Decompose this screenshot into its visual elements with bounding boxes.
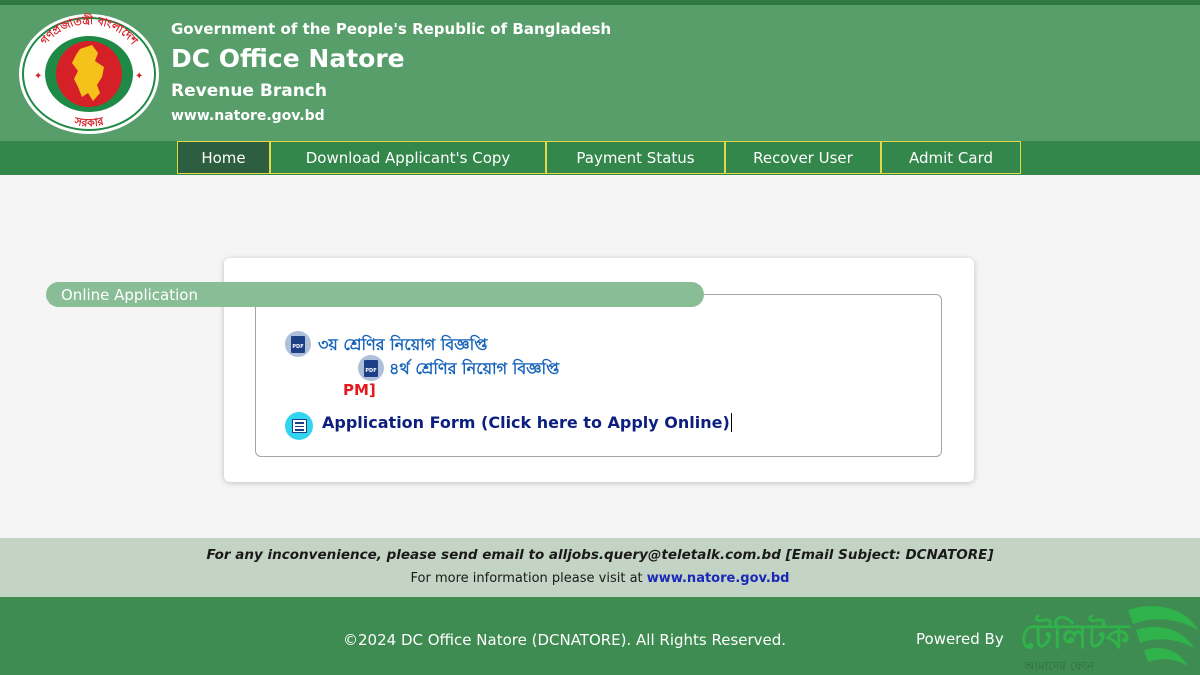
nav-admit-card[interactable]: Admit Card [881, 141, 1021, 174]
pdf-icon[interactable]: PDF [285, 331, 311, 357]
nav-download-applicants-copy[interactable]: Download Applicant's Copy [270, 141, 546, 174]
branch-name: Revenue Branch [171, 81, 327, 101]
header-website: www.natore.gov.bd [171, 108, 325, 124]
teletalk-brand-text: টেলিটক [1020, 614, 1131, 657]
apply-online-link[interactable]: Application Form (Click here to Apply On… [322, 413, 732, 432]
main-nav: Home Download Applicant's Copy Payment S… [0, 141, 1200, 175]
svg-text:✦: ✦ [34, 71, 42, 82]
email-notice: For any inconvenience, please send email… [206, 547, 994, 563]
teletalk-brand-subtext: আমাদের ফোন [1023, 659, 1095, 673]
pdf-icon-label: PDF [364, 359, 378, 377]
svg-text:সরকার: সরকার [72, 115, 105, 130]
svg-text:✦: ✦ [135, 71, 143, 82]
site-title: DC Office Natore [171, 44, 405, 73]
pdf-icon-label: PDF [291, 335, 305, 353]
application-fieldset [255, 294, 942, 457]
seal-text-bottom: সরকার [72, 115, 105, 130]
powered-by-text: Powered By [916, 630, 1004, 648]
nav-payment-status[interactable]: Payment Status [546, 141, 725, 174]
section-title: Online Application [46, 282, 704, 307]
more-info-link[interactable]: www.natore.gov.bd [647, 571, 790, 586]
more-info-line: For more information please visit at www… [0, 571, 1200, 586]
copyright-text: ©2024 DC Office Natore (DCNATORE). All R… [343, 631, 787, 649]
nav-home[interactable]: Home [177, 141, 270, 174]
teletalk-logo[interactable]: টেলিটক আমাদের ফোন [1018, 600, 1200, 675]
notice-link-class-4[interactable]: ৪র্থ শ্রেণির নিয়োগ বিজ্ঞপ্তি [389, 356, 559, 383]
nav-recover-user[interactable]: Recover User [725, 141, 881, 174]
government-seal-logo: গণপ্রজাতন্ত্রী বাংলাদেশ সরকার ✦ ✦ [19, 13, 159, 134]
notice-link-class-3[interactable]: ৩য় শ্রেণির নিয়োগ বিজ্ঞপ্তি [318, 332, 487, 359]
partial-time-text: PM] [343, 381, 376, 399]
form-icon[interactable] [285, 412, 313, 440]
government-name: Government of the People's Republic of B… [171, 20, 612, 38]
more-info-text: For more information please visit at [410, 571, 643, 586]
pdf-icon[interactable]: PDF [358, 355, 384, 381]
